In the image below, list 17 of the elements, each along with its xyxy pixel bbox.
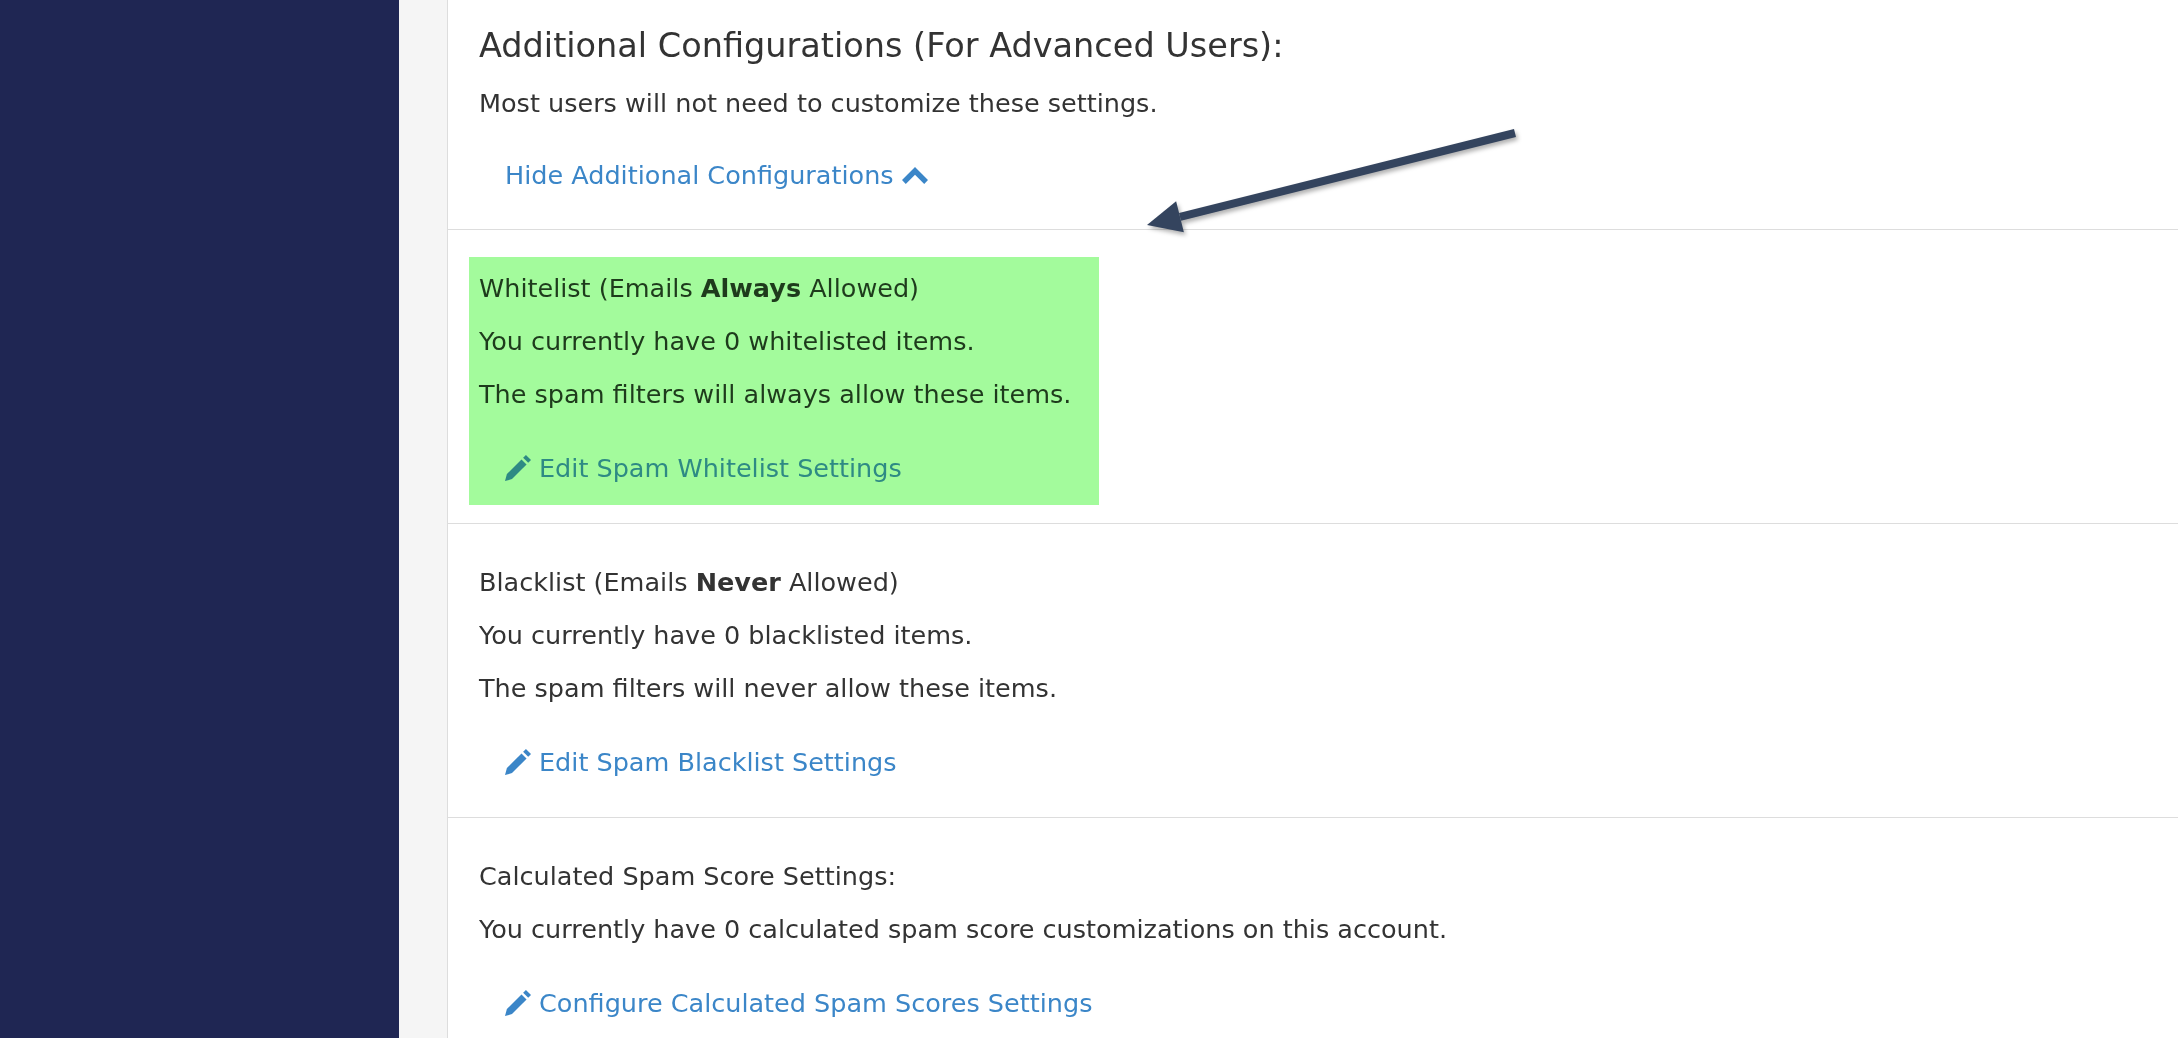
info-text: You currently have 0 whitelisted items.	[479, 325, 975, 358]
pencil-icon	[505, 990, 531, 1016]
hide-configurations-link[interactable]: Hide Additional Configurations	[505, 157, 928, 193]
info-text: The spam filters will never allow these items.	[479, 672, 1057, 705]
edit-settings-link[interactable]: Configure Calculated Spam Scores Settings	[505, 985, 1093, 1021]
edit-settings-link[interactable]: Edit Spam Blacklist Settings	[505, 744, 897, 780]
pencil-icon	[505, 749, 531, 775]
section-title: Whitelist (Emails Always Allowed)	[479, 272, 920, 305]
info-text: The spam filters will always allow these items.	[479, 378, 1072, 411]
edit-settings-link[interactable]: Edit Spam Whitelist Settings	[505, 450, 902, 486]
section-heading: Additional Configurations (For Advanced Users):	[479, 25, 1284, 67]
info-text: You currently have 0 calculated spam score customizations on this account.	[479, 913, 1448, 946]
section-title: Calculated Spam Score Settings:	[479, 860, 897, 893]
pencil-icon	[505, 455, 531, 481]
info-text: You currently have 0 blacklisted items.	[479, 619, 973, 652]
description-text: Most users will not need to customize these settings.	[479, 87, 1158, 120]
section-title: Blacklist (Emails Never Allowed)	[479, 566, 899, 599]
